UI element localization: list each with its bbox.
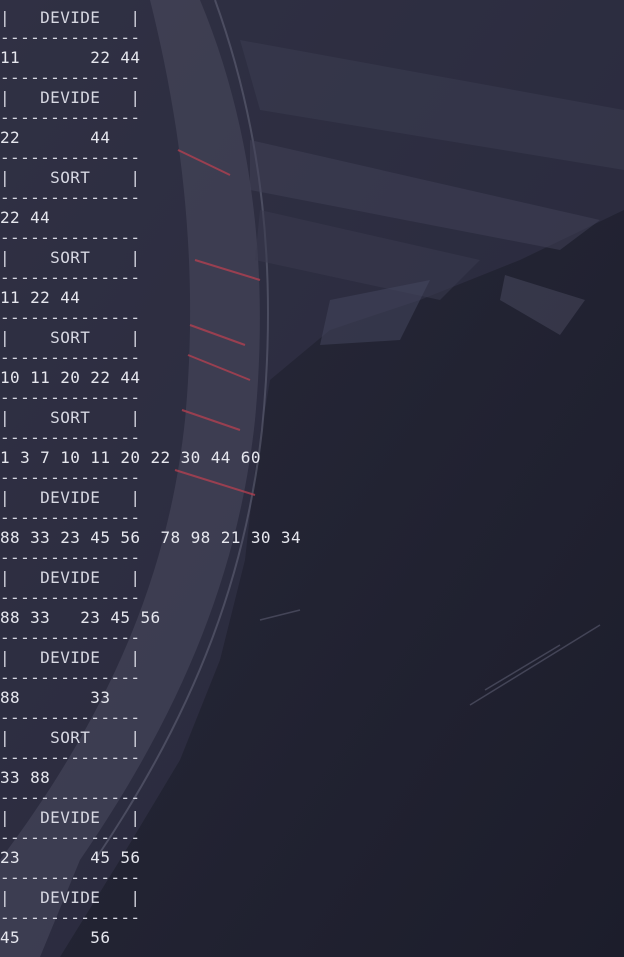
step-label: | DEVIDE | <box>0 568 141 587</box>
separator-line: -------------- <box>0 828 141 847</box>
step-label: | DEVIDE | <box>0 808 141 827</box>
array-output: 22 44 <box>0 208 51 227</box>
separator-line: -------------- <box>0 108 141 127</box>
step-label: | SORT | <box>0 408 141 427</box>
step-label: | DEVIDE | <box>0 88 141 107</box>
separator-line: -------------- <box>0 268 141 287</box>
array-output: 45 56 <box>0 928 111 947</box>
step-label: | SORT | <box>0 728 141 747</box>
separator-line: -------------- <box>0 508 141 527</box>
separator-line: -------------- <box>0 668 141 687</box>
array-output: 88 33 23 45 56 <box>0 608 161 627</box>
separator-line: -------------- <box>0 708 141 727</box>
separator-line: -------------- <box>0 28 141 47</box>
array-output: 22 44 <box>0 128 111 147</box>
array-output: 23 45 56 <box>0 848 141 867</box>
separator-line: -------------- <box>0 748 141 767</box>
separator-line: -------------- <box>0 868 141 887</box>
array-output: 11 22 44 <box>0 288 81 307</box>
array-output: 11 22 44 <box>0 48 141 67</box>
separator-line: -------------- <box>0 348 141 367</box>
array-output: 33 88 <box>0 768 51 787</box>
step-label: | DEVIDE | <box>0 648 141 667</box>
separator-line: -------------- <box>0 588 141 607</box>
separator-line: -------------- <box>0 68 141 87</box>
separator-line: -------------- <box>0 188 141 207</box>
step-label: | DEVIDE | <box>0 488 141 507</box>
separator-line: -------------- <box>0 628 141 647</box>
step-label: | SORT | <box>0 248 141 267</box>
terminal-output: -------------- | DEVIDE | --------------… <box>0 0 624 957</box>
array-output: 88 33 <box>0 688 111 707</box>
separator-line: -------------- <box>0 468 141 487</box>
separator-line: -------------- <box>0 388 141 407</box>
separator-line: -------------- <box>0 908 141 927</box>
separator-line: -------------- <box>0 788 141 807</box>
separator-line: -------------- <box>0 548 141 567</box>
separator-line: -------------- <box>0 148 141 167</box>
array-output: 10 11 20 22 44 <box>0 368 141 387</box>
step-label: | SORT | <box>0 168 141 187</box>
array-output: 88 33 23 45 56 78 98 21 30 34 <box>0 528 301 547</box>
array-output: 1 3 7 10 11 20 22 30 44 60 <box>0 448 261 467</box>
step-label: | SORT | <box>0 328 141 347</box>
separator-line: -------------- <box>0 428 141 447</box>
separator-line: -------------- <box>0 228 141 247</box>
step-label: | DEVIDE | <box>0 8 141 27</box>
separator-line: -------------- <box>0 308 141 327</box>
step-label: | DEVIDE | <box>0 888 141 907</box>
separator-line: -------------- <box>0 0 624 8</box>
